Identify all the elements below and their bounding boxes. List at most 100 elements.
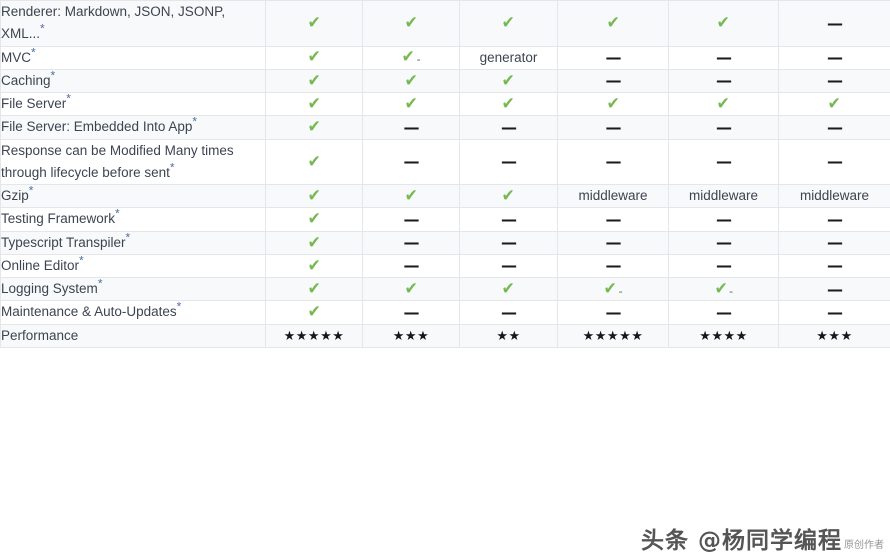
dash-icon: — [501, 233, 517, 253]
feature-value-cell: ★★ [459, 323, 558, 348]
feature-value-cell: — [557, 230, 669, 255]
feature-value-cell: — [668, 300, 779, 325]
feature-value-cell: ✔ - [668, 277, 779, 302]
star-rating: ★★ [496, 328, 521, 344]
dash-icon: — [827, 279, 843, 299]
dash-icon: — [605, 302, 622, 322]
check-icon: ✔ [501, 94, 516, 114]
check-icon: ✔ [307, 94, 321, 114]
dash-icon: — [605, 71, 622, 91]
feature-value-cell: ★★★★★ [557, 323, 669, 348]
feature-value-cell: ✔ [265, 277, 363, 302]
check-icon: ✔ [307, 47, 321, 68]
feature-label: Testing Framework [1, 211, 116, 227]
feature-label-cell: File Server* [0, 91, 266, 117]
feature-value-cell: — [557, 115, 669, 140]
footnote-asterisk: * [125, 230, 131, 245]
feature-value-cell: middleware [778, 184, 890, 209]
feature-label: Gzip [1, 188, 29, 204]
feature-label: Logging System [1, 281, 98, 297]
dash-icon: — [605, 256, 622, 276]
check-icon: ✔ [307, 279, 321, 300]
feature-value-cell: — [668, 230, 779, 255]
watermark-text: 头条 @杨同学编程 [640, 528, 842, 554]
check-icon: ✔ [404, 279, 418, 300]
check-icon: ✔ [404, 13, 418, 34]
check-icon: ✔ [307, 232, 321, 253]
footnote-asterisk: * [115, 206, 120, 221]
feature-value-cell: — [778, 0, 890, 47]
star-rating: ★★★★★ [582, 328, 644, 344]
feature-value-cell: ✔ [362, 0, 460, 47]
value-text: middleware [578, 188, 648, 204]
footnote-asterisk: * [66, 91, 71, 106]
feature-value-cell: ✔ [265, 253, 363, 279]
feature-value-cell: ★★★ [778, 323, 890, 348]
check-icon: ✔ [716, 94, 731, 114]
star-rating: ★★★ [816, 328, 853, 344]
feature-value-cell: ✔ [557, 0, 669, 47]
feature-value-cell: ✔ [265, 0, 363, 47]
feature-value-cell: — [557, 253, 669, 279]
table-row: Online Editor* ✔ — — — — — [0, 253, 890, 279]
footnote-asterisk: * [176, 299, 182, 314]
feature-value-cell: ✔ [362, 184, 460, 209]
feature-value-cell: ✔ [778, 92, 890, 117]
feature-value-cell: — [778, 45, 890, 70]
check-icon: ✔ [404, 94, 418, 114]
check-icon: ✔ [501, 13, 516, 34]
dash-icon: — [716, 256, 732, 276]
table-row: MVC* ✔ ✔ - generator — — — [0, 45, 890, 70]
feature-value-cell: ✔ [265, 207, 363, 232]
feature-value-cell: ✔ [362, 68, 460, 94]
star-rating: ★★★★ [699, 328, 748, 344]
dash-icon: — [827, 13, 843, 33]
dash-icon: — [501, 302, 517, 322]
check-icon: ✔ [307, 255, 321, 276]
feature-value-cell: ✔ [265, 45, 363, 70]
feature-label-cell: Logging System* [0, 276, 266, 302]
check-icon: ✔ [401, 47, 416, 68]
feature-value-cell: ✔ [265, 115, 363, 140]
feature-value-cell: — [778, 253, 890, 279]
feature-value-cell: ★★★★ [668, 323, 779, 348]
dash-icon: — [827, 71, 843, 91]
feature-value-cell: ✔ [265, 230, 363, 255]
table-row: Testing Framework* ✔ — — — — — [0, 206, 890, 232]
value-text: generator [479, 49, 538, 65]
dash-icon: — [501, 209, 517, 229]
check-icon: ✔ [307, 13, 321, 34]
feature-value-cell: — [362, 115, 460, 140]
feature-value-cell: middleware [668, 184, 779, 209]
dash-icon: — [605, 48, 622, 68]
feature-value-cell: ✔ [668, 0, 779, 47]
partial-dash-icon: - [618, 285, 623, 299]
feature-label: MVC [1, 49, 31, 65]
feature-comparison-table: Renderer: Markdown, JSON, JSONP, XML...*… [0, 0, 890, 348]
feature-value-cell: — [778, 115, 890, 140]
footnote-asterisk: * [31, 45, 36, 60]
feature-value-cell: ✔ - [557, 277, 669, 302]
feature-label: Performance [1, 327, 79, 343]
table-body: Renderer: Markdown, JSON, JSONP, XML...*… [0, 0, 890, 348]
check-icon: ✔ [606, 13, 620, 34]
footnote-asterisk: * [97, 276, 103, 291]
feature-value-cell: ✔ [459, 0, 558, 47]
feature-label: Response can be Modified Many times thro… [1, 142, 234, 180]
feature-value-cell: ✔ - [362, 45, 460, 70]
feature-value-cell: middleware [557, 184, 669, 209]
feature-label: Typescript Transpiler [1, 234, 126, 250]
footnote-asterisk: * [40, 21, 45, 36]
feature-label: Renderer: Markdown, JSON, JSONP, XML... [1, 4, 226, 42]
dash-icon: — [827, 48, 843, 68]
dash-icon: — [403, 209, 420, 229]
feature-label: Maintenance & Auto-Updates [1, 304, 177, 320]
table-row: Response can be Modified Many times thro… [0, 138, 890, 186]
check-icon: ✔ [307, 70, 321, 91]
feature-value-cell: — [459, 300, 558, 325]
dash-icon: — [403, 302, 420, 322]
table-row: File Server: Embedded Into App* ✔ — — — — — [0, 115, 890, 140]
check-icon: ✔ [827, 94, 842, 114]
check-icon: ✔ [603, 279, 618, 300]
feature-label-cell: MVC* [0, 45, 266, 70]
